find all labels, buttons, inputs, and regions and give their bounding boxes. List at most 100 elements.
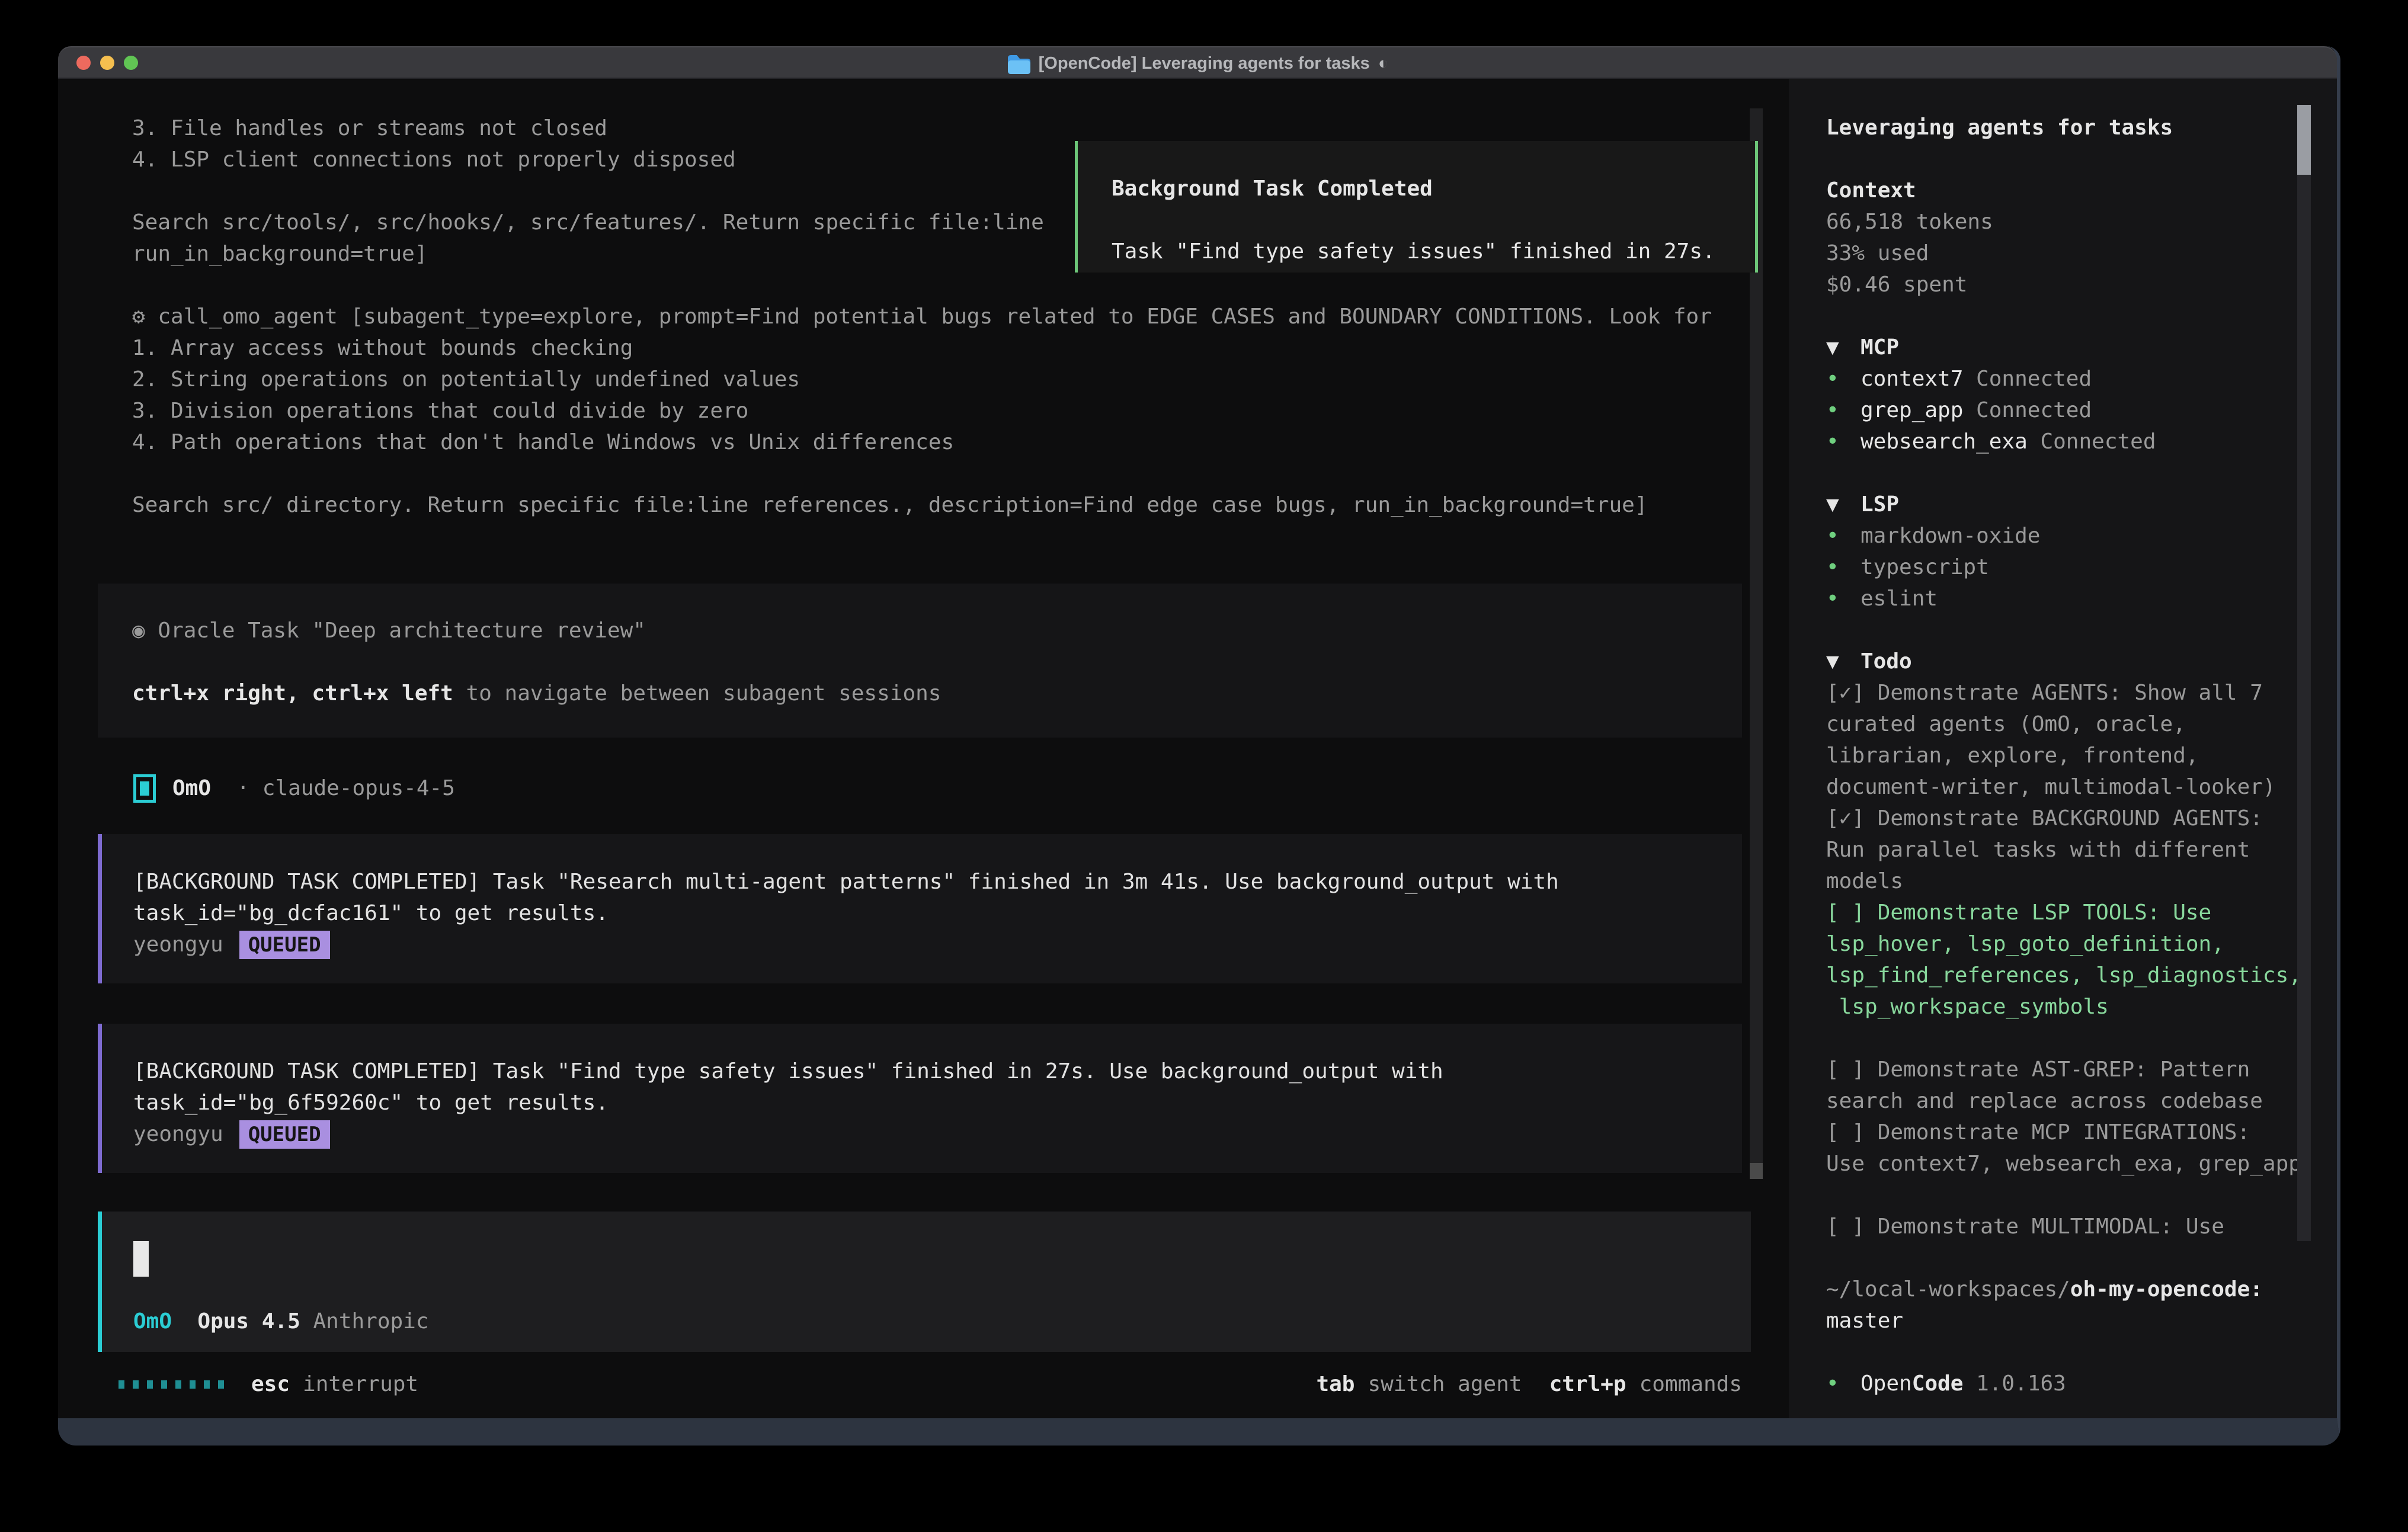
todo-line: [ ] Demonstrate AST-GREP: Pattern	[1826, 1057, 2250, 1082]
triangle-down-icon: ▼	[1826, 332, 1861, 363]
sidebar-todo-item: search and replace across codebase	[1826, 1085, 2337, 1117]
spinner-dot	[119, 1380, 124, 1389]
bullet-icon: •	[1826, 1368, 1861, 1399]
sidebar-context-value: 66,518 tokens	[1826, 206, 2337, 238]
spinner-dot	[147, 1380, 153, 1389]
bullet-icon: •	[1826, 520, 1861, 552]
mcp-server-name: context7	[1861, 367, 1963, 391]
prompt-input[interactable]: OmO Opus 4.5 Anthropic	[98, 1212, 1751, 1352]
spinner-dot	[161, 1380, 167, 1389]
sidebar-todo-item: lsp_find_references, lsp_diagnostics,	[1826, 960, 2337, 991]
status-badge: QUEUED	[239, 931, 330, 959]
task-line1: [BACKGROUND TASK COMPLETED] Task "Resear…	[133, 866, 1742, 898]
window-title: [OpenCode] Leveraging agents for tasks ◐	[58, 47, 2337, 80]
task-line2: task_id="bg_6f59260c" to get results.	[133, 1087, 1742, 1118]
triangle-down-icon: ▼	[1826, 646, 1861, 677]
sidebar-todo-item: [✓] Demonstrate BACKGROUND AGENTS:	[1826, 803, 2337, 834]
text-line: 2. String operations on potentially unde…	[132, 364, 1712, 395]
bullet-icon: •	[1826, 395, 1861, 426]
agent-separator: ·	[236, 773, 249, 804]
esc-key-label: interrupt	[303, 1368, 418, 1400]
todo-line: [✓] Demonstrate AGENTS: Show all 7	[1826, 681, 2263, 705]
task-line2: task_id="bg_dcfac161" to get results.	[133, 898, 1742, 929]
ctrlp-key-label: commands	[1640, 1368, 1742, 1400]
sidebar-mcp-heading: ▼MCP	[1826, 332, 2337, 363]
todo-line: search and replace across codebase	[1826, 1089, 2263, 1113]
oracle-title: ◉ Oracle Task "Deep architecture review"	[132, 615, 1742, 646]
sidebar-todo-item: Use context7, websearch_exa, grep_app	[1826, 1148, 2337, 1180]
spinner-dot	[218, 1380, 224, 1389]
status-right: tab switch agent ctrl+p commands	[1316, 1368, 1742, 1400]
window-title-text: [OpenCode] Leveraging agents for tasks	[1039, 54, 1370, 73]
mcp-server-status: Connected	[1976, 398, 2092, 422]
opencode-window: [OpenCode] Leveraging agents for tasks ◐…	[58, 46, 2340, 1446]
titlebar[interactable]: [OpenCode] Leveraging agents for tasks ◐	[58, 46, 2337, 79]
sidebar-row	[1826, 1180, 2337, 1211]
lsp-server-name: typescript	[1861, 555, 1989, 579]
sidebar-todo-item: [ ] Demonstrate MCP INTEGRATIONS:	[1826, 1117, 2337, 1148]
task-meta: yeongyuQUEUED	[133, 929, 1742, 960]
sidebar-context-heading: Context	[1826, 175, 2337, 206]
text-line: 4. LSP client connections not properly d…	[132, 144, 1044, 175]
sidebar-todo-item: [ ] Demonstrate MULTIMODAL: Use	[1826, 1211, 2337, 1242]
background-task-message: [BACKGROUND TASK COMPLETED] Task "Find t…	[98, 1024, 1742, 1173]
todo-line: [✓] Demonstrate BACKGROUND AGENTS:	[1826, 806, 2263, 831]
tool-call-block: ⚙ call_omo_agent [subagent_type=explore,…	[132, 301, 1712, 521]
todo-line: [ ] Demonstrate MULTIMODAL: Use	[1826, 1214, 2224, 1239]
toast-title: Background Task Completed	[1112, 173, 1755, 204]
sidebar-session-title: Leveraging agents for tasks	[1826, 116, 2173, 140]
agent-name: OmO	[172, 773, 211, 804]
sidebar-scrollbar-thumb[interactable]	[2297, 105, 2311, 175]
sidebar-todo-item: [ ] Demonstrate AST-GREP: Pattern	[1826, 1054, 2337, 1085]
bullet-icon: •	[1826, 583, 1861, 614]
sidebar-title-row: Leveraging agents for tasks	[1826, 112, 2337, 143]
sidebar-todo-item: lsp_workspace_symbols	[1826, 991, 2337, 1023]
app-content: 3. File handles or streams not closed4. …	[58, 79, 2337, 1418]
status-left: esc interrupt	[119, 1368, 418, 1400]
sidebar-branch-row: master	[1826, 1305, 2337, 1337]
sidebar-row	[1826, 614, 2337, 646]
task-meta: yeongyuQUEUED	[133, 1118, 1742, 1150]
spinner-dot	[175, 1380, 181, 1389]
sidebar-row	[1826, 1337, 2337, 1368]
mcp-server-status: Connected	[1976, 367, 2092, 391]
text-line: 3. Division operations that could divide…	[132, 395, 1712, 427]
sidebar-lsp-item: •typescript	[1826, 552, 2337, 583]
sidebar-scrollbar[interactable]	[2297, 105, 2311, 1241]
tab-key-hint: tab	[1316, 1368, 1354, 1400]
folder-icon	[1007, 54, 1030, 74]
sidebar: Leveraging agents for tasks Context66,51…	[1789, 79, 2337, 1418]
todo-line: models	[1826, 869, 1903, 893]
app-name-bold: Code	[1912, 1371, 1964, 1396]
spinner-dot	[204, 1380, 210, 1389]
sidebar-context-value: $0.46 spent	[1826, 269, 2337, 300]
mcp-server-name: grep_app	[1861, 398, 1963, 422]
bullet-icon: •	[1826, 552, 1861, 583]
text-line	[132, 458, 1712, 489]
todo-line: lsp_hover, lsp_goto_definition,	[1826, 932, 2224, 956]
sidebar-todo-item: Run parallel tasks with different	[1826, 834, 2337, 866]
spinner-dot	[190, 1380, 196, 1389]
app-version: 1.0.163	[1963, 1371, 2066, 1396]
triangle-down-icon: ▼	[1826, 489, 1861, 520]
notification-toast[interactable]: Background Task Completed Task "Find typ…	[1075, 141, 1758, 273]
mcp-server-name: websearch_exa	[1861, 430, 2028, 454]
lsp-server-name: markdown-oxide	[1861, 524, 2040, 548]
tab-key-label: switch agent	[1368, 1368, 1522, 1400]
todo-line: lsp_workspace_symbols	[1826, 995, 2109, 1019]
sidebar-todo-heading: ▼Todo	[1826, 646, 2337, 677]
background-task-message: [BACKGROUND TASK COMPLETED] Task "Resear…	[98, 834, 1742, 983]
main-scrollbar-thumb[interactable]	[1750, 1163, 1763, 1179]
status-badge: QUEUED	[239, 1120, 330, 1149]
text-cursor	[133, 1241, 149, 1277]
toast-message: Task "Find type safety issues" finished …	[1112, 236, 1755, 267]
sidebar-row	[1826, 457, 2337, 489]
todo-line: curated agents (OmO, oracle,	[1826, 712, 2186, 736]
bullet-icon: •	[1826, 426, 1861, 457]
bullet-icon: •	[1826, 363, 1861, 395]
agent-omo-icon	[133, 774, 156, 803]
input-model-name: Opus 4.5	[197, 1306, 300, 1337]
sidebar-row	[1826, 300, 2337, 332]
todo-line: Use context7, websearch_exa, grep_app	[1826, 1152, 2301, 1176]
sidebar-row	[1826, 1242, 2337, 1274]
